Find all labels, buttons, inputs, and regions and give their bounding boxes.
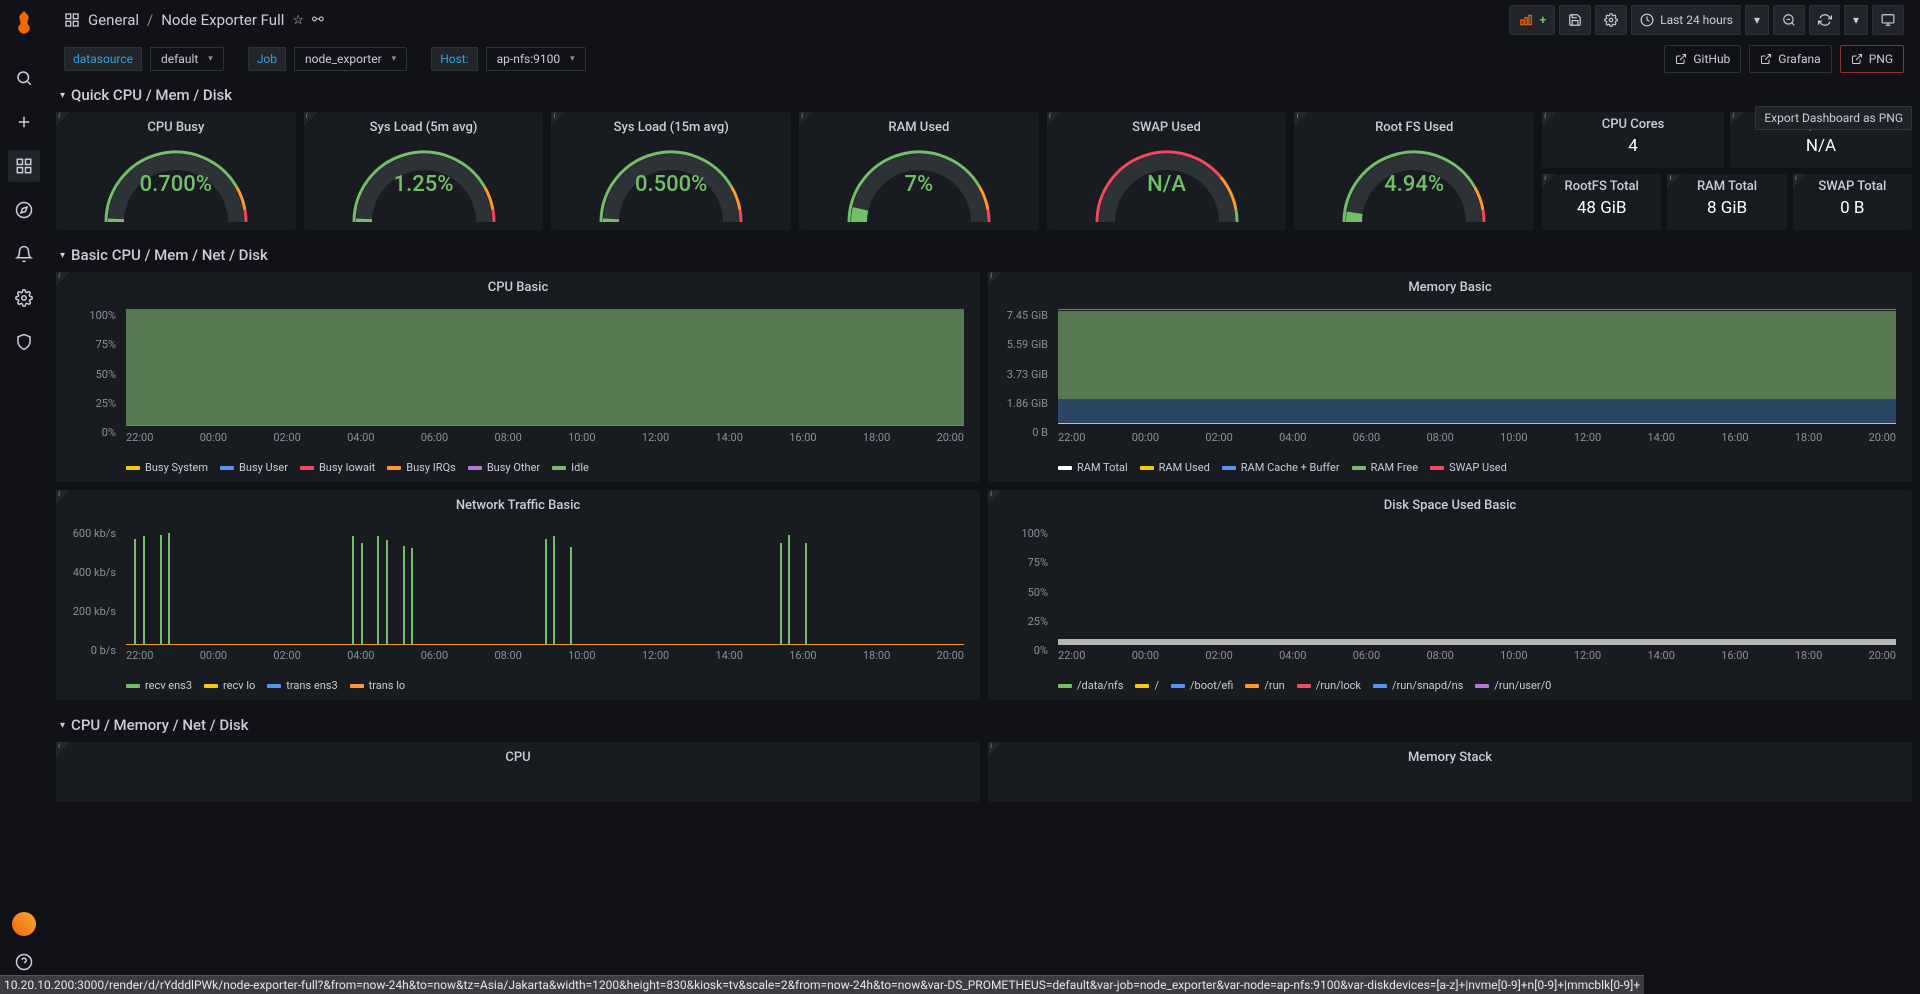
zoom-out-button[interactable] <box>1773 5 1805 35</box>
legend-item[interactable]: /run/user/0 <box>1475 679 1551 692</box>
time-picker-dropdown[interactable]: ▾ <box>1745 5 1769 35</box>
row-quick-cpu[interactable]: ▾Quick CPU / Mem / Disk <box>56 78 1912 112</box>
panel-network-basic[interactable]: i Network Traffic Basic 600 kb/s400 kb/s… <box>56 490 980 700</box>
var-datasource-select[interactable]: default <box>150 47 224 71</box>
gauge-rootfs[interactable]: i Root FS Used 4.94% <box>1294 112 1534 230</box>
share-icon[interactable]: ⚯ <box>312 12 324 28</box>
user-avatar[interactable] <box>8 908 40 940</box>
add-panel-button[interactable]: + <box>1509 5 1556 35</box>
legend-item[interactable]: trans ens3 <box>267 679 337 692</box>
legend-item[interactable]: /run <box>1245 679 1284 692</box>
status-bar-url: 10.20.10.200:3000/render/d/rYdddlPWk/nod… <box>0 975 1644 994</box>
var-job-select[interactable]: node_exporter <box>294 47 407 71</box>
var-job-label: Job <box>248 47 286 71</box>
gauge-swap[interactable]: i SWAP Used N/A <box>1047 112 1287 230</box>
legend-item[interactable]: recv lo <box>204 679 255 692</box>
time-picker[interactable]: Last 24 hours <box>1631 5 1741 35</box>
legend-item[interactable]: RAM Cache + Buffer <box>1222 461 1340 474</box>
gauge-cpu_busy[interactable]: i CPU Busy 0.700% <box>56 112 296 230</box>
search-icon[interactable] <box>8 62 40 94</box>
legend-item[interactable]: Busy User <box>220 461 288 474</box>
stat-swap_total[interactable]: i SWAP Total 0 B <box>1793 174 1912 230</box>
legend-item[interactable]: Busy Iowait <box>300 461 375 474</box>
legend-item[interactable]: RAM Total <box>1058 461 1128 474</box>
legend-item[interactable]: / <box>1135 679 1159 692</box>
legend-item[interactable]: Busy Other <box>468 461 540 474</box>
legend-item[interactable]: RAM Free <box>1352 461 1419 474</box>
breadcrumb-dashboard[interactable]: Node Exporter Full <box>161 11 284 29</box>
breadcrumb: General / Node Exporter Full <box>88 11 284 29</box>
legend-item[interactable]: /data/nfs <box>1058 679 1123 692</box>
dashboards-small-icon <box>64 12 80 28</box>
help-icon[interactable] <box>8 946 40 978</box>
stat-rootfs_total[interactable]: i RootFS Total 48 GiB <box>1542 174 1661 230</box>
legend-item[interactable]: /boot/efi <box>1171 679 1233 692</box>
legend-item[interactable]: SWAP Used <box>1430 461 1507 474</box>
gauge-sys5[interactable]: i Sys Load (5m avg) 1.25% <box>304 112 544 230</box>
dashboards-icon[interactable] <box>8 150 40 182</box>
stat-cpu_cores[interactable]: i CPU Cores 4 <box>1542 112 1724 168</box>
panel-cpu[interactable]: i CPU <box>56 742 980 802</box>
legend-item[interactable]: Busy System <box>126 461 208 474</box>
link-png[interactable]: PNG <box>1840 45 1904 73</box>
refresh-interval-dropdown[interactable]: ▾ <box>1844 5 1868 35</box>
star-icon[interactable]: ☆ <box>292 13 304 28</box>
legend-item[interactable]: RAM Used <box>1140 461 1210 474</box>
plus-icon[interactable] <box>8 106 40 138</box>
legend-item[interactable]: Busy IRQs <box>387 461 456 474</box>
legend-item[interactable]: /run/snapd/ns <box>1373 679 1463 692</box>
tooltip-export-png: Export Dashboard as PNG <box>1755 106 1912 130</box>
legend-item[interactable]: /run/lock <box>1297 679 1361 692</box>
view-mode-button[interactable] <box>1872 5 1904 35</box>
panel-disk-basic[interactable]: i Disk Space Used Basic 100%75%50%25%0% … <box>988 490 1912 700</box>
stat-ram_total[interactable]: i RAM Total 8 GiB <box>1667 174 1786 230</box>
refresh-button[interactable] <box>1809 5 1840 35</box>
legend-item[interactable]: recv ens3 <box>126 679 192 692</box>
gauge-sys15[interactable]: i Sys Load (15m avg) 0.500% <box>551 112 791 230</box>
row-basic-cpu[interactable]: ▾Basic CPU / Mem / Net / Disk <box>56 238 1912 272</box>
explore-icon[interactable] <box>8 194 40 226</box>
panel-memory-basic[interactable]: i Memory Basic 7.45 GiB5.59 GiB3.73 GiB1… <box>988 272 1912 482</box>
settings-button[interactable] <box>1595 5 1627 35</box>
save-button[interactable] <box>1559 5 1591 35</box>
legend-item[interactable]: trans lo <box>350 679 406 692</box>
link-github[interactable]: GitHub <box>1664 45 1741 73</box>
gauge-ram[interactable]: i RAM Used 7% <box>799 112 1039 230</box>
var-host-label: Host: <box>431 47 477 71</box>
panel-memory-stack[interactable]: i Memory Stack <box>988 742 1912 802</box>
var-datasource-label: datasource <box>64 47 142 71</box>
breadcrumb-folder[interactable]: General <box>88 11 139 29</box>
row-cpu-mem-net-disk[interactable]: ▾CPU / Memory / Net / Disk <box>56 708 1912 742</box>
config-icon[interactable] <box>8 282 40 314</box>
var-host-select[interactable]: ap-nfs:9100 <box>486 47 586 71</box>
legend-item[interactable]: Idle <box>552 461 589 474</box>
grafana-logo-icon[interactable] <box>10 8 38 36</box>
shield-icon[interactable] <box>8 326 40 358</box>
link-grafana[interactable]: Grafana <box>1749 45 1831 73</box>
alerting-icon[interactable] <box>8 238 40 270</box>
panel-cpu-basic[interactable]: i CPU Basic 100%75%50%25%0% 22:0000:0002… <box>56 272 980 482</box>
